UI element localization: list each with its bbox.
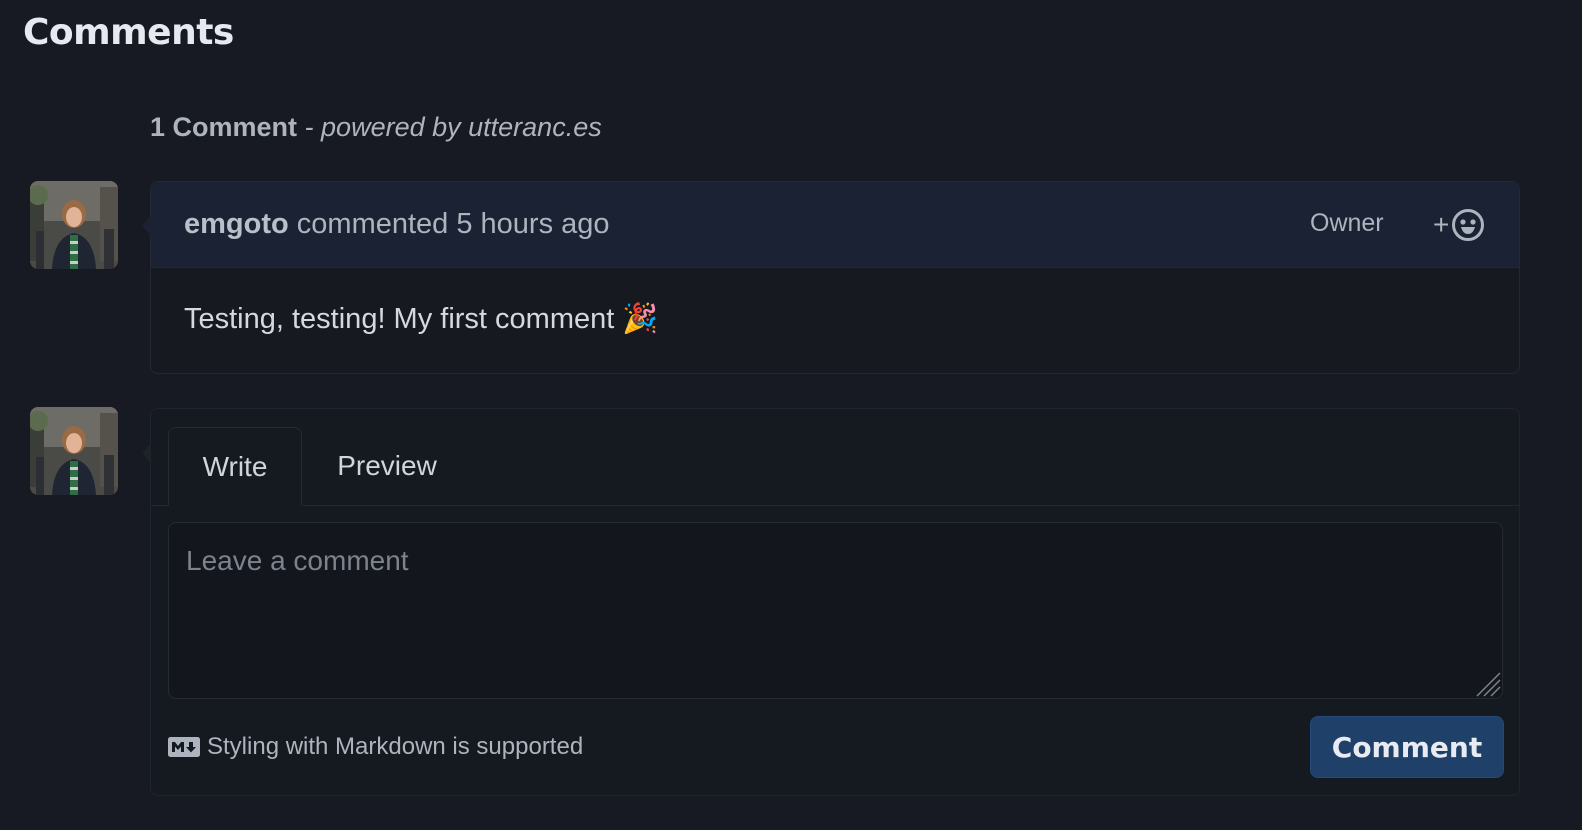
comment-meta: emgoto commented 5 hours ago: [184, 208, 610, 241]
comment-action: commented: [296, 208, 449, 240]
markdown-note-text: Styling with Markdown is supported: [207, 733, 584, 760]
add-reaction-button[interactable]: +: [1433, 207, 1485, 243]
tab-preview[interactable]: Preview: [319, 427, 455, 505]
comment-author[interactable]: emgoto: [184, 208, 289, 240]
submit-comment-button[interactable]: Comment: [1310, 716, 1504, 778]
smiley-icon: [1452, 209, 1485, 241]
avatar-photo: [30, 181, 118, 269]
markdown-icon: [168, 737, 200, 757]
plus-icon: +: [1433, 209, 1450, 240]
party-popper-emoji: 🎉: [622, 303, 659, 335]
comment-count: 1 Comment: [150, 112, 298, 142]
avatar-photo: [30, 407, 118, 495]
comment-card: emgoto commented 5 hours ago Owner + Tes…: [142, 181, 1520, 374]
comment-text: Testing, testing! My first comment: [184, 302, 615, 335]
new-comment-form: Write Preview Styling with Markdown is s…: [142, 408, 1520, 796]
owner-badge: Owner: [1310, 209, 1384, 237]
avatar[interactable]: [30, 181, 118, 269]
comment-header: emgoto commented 5 hours ago Owner +: [151, 182, 1519, 268]
section-title: Comments: [23, 12, 234, 53]
markdown-note: Styling with Markdown is supported: [168, 733, 583, 761]
powered-by-text: - powered by utteranc.es: [304, 112, 602, 142]
comments-widget: Comments 1 Comment - powered by utteranc…: [0, 0, 1582, 830]
comment-textarea[interactable]: [168, 522, 1503, 699]
resize-handle-icon[interactable]: [1475, 671, 1501, 697]
editor-tabs: Write Preview: [151, 409, 1519, 506]
comment-count-line: 1 Comment - powered by utteranc.es: [150, 112, 602, 143]
tab-write[interactable]: Write: [168, 427, 302, 506]
current-user-avatar[interactable]: [30, 407, 118, 495]
comment-body: Testing, testing! My first comment 🎉: [184, 302, 658, 336]
comment-time[interactable]: 5 hours ago: [456, 208, 609, 240]
